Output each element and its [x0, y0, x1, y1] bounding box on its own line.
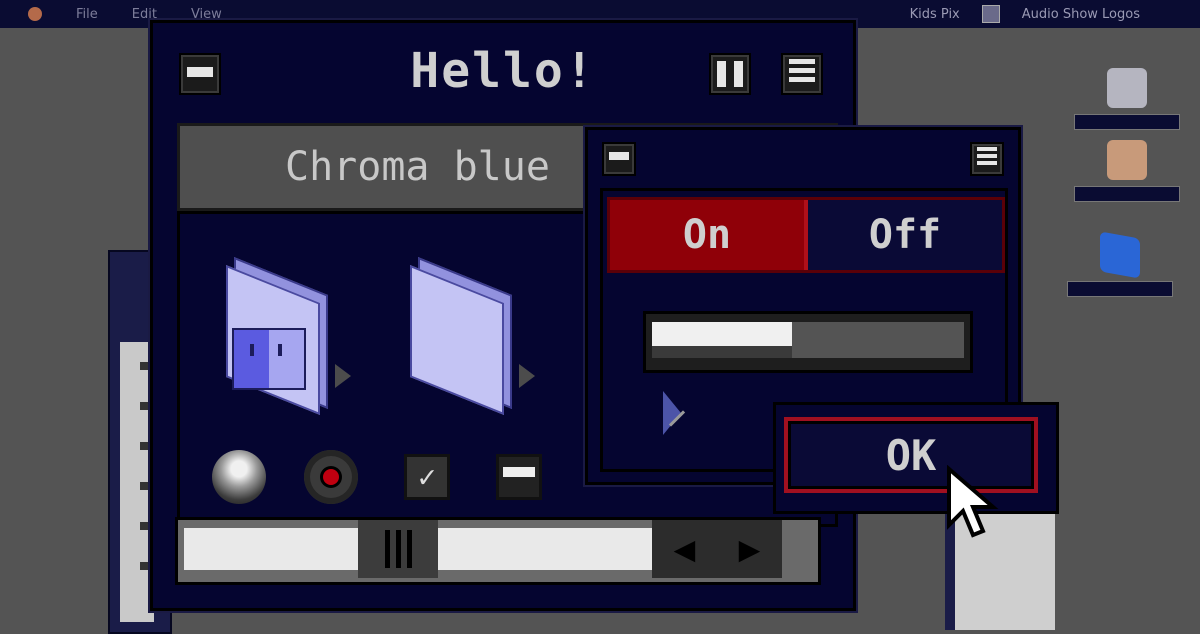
menu-kids-pix[interactable]: Kids Pix	[910, 7, 960, 22]
desktop-icon-3[interactable]	[1065, 231, 1175, 297]
finder-face-icon	[232, 328, 306, 390]
slider-fill	[652, 322, 792, 358]
desktop-icon-1[interactable]	[1072, 68, 1182, 130]
apple-menu-icon[interactable]	[28, 7, 42, 21]
finder-face-half	[269, 330, 304, 388]
menu-file[interactable]: File	[76, 7, 98, 22]
horizontal-scrollbar[interactable]: ◀ ▶	[175, 517, 821, 585]
windowshade-icon-line	[789, 68, 815, 73]
list-bullet-icon	[140, 562, 148, 570]
title-bar[interactable]: Hello!	[153, 23, 853, 123]
application-icon	[1107, 140, 1147, 180]
folder-icon[interactable]	[408, 257, 535, 415]
checkmark-icon: ✓	[417, 459, 437, 495]
finder-folder-icon[interactable]	[224, 257, 351, 415]
list-bullet-icon	[140, 482, 148, 490]
checkbox[interactable]: ✓	[404, 454, 450, 500]
toggle-on-button[interactable]: On	[610, 200, 808, 270]
finder-eye	[250, 344, 254, 356]
desktop-icon-2[interactable]	[1072, 140, 1182, 202]
list-bullet-icon	[140, 522, 148, 530]
header-text: Chroma blue	[285, 144, 550, 190]
close-icon	[609, 152, 629, 160]
folder-icon	[1100, 231, 1140, 279]
collapse-icon	[503, 467, 535, 477]
scroll-right-arrow-icon[interactable]: ▶	[739, 529, 761, 570]
popup-arrow-icon[interactable]	[335, 364, 351, 388]
popup-title-bar[interactable]	[588, 130, 1018, 186]
finder-eye	[278, 344, 282, 356]
red-radio-button[interactable]	[304, 450, 358, 504]
grip-line	[395, 530, 401, 568]
menu-application[interactable]: Audio Show Logos	[1022, 7, 1140, 22]
zoom-icon	[717, 61, 726, 87]
scroll-arrows: ◀ ▶	[652, 520, 782, 578]
collapse-button[interactable]	[496, 454, 542, 500]
desktop-icon-label	[1067, 281, 1173, 297]
popup-windowshade-button[interactable]	[970, 142, 1004, 176]
zoom-icon-right	[734, 61, 743, 87]
grip-line	[406, 530, 412, 568]
windowshade-icon-line	[977, 154, 997, 158]
progress-slider[interactable]	[643, 311, 973, 373]
radio-button[interactable]	[212, 450, 266, 504]
windowshade-icon	[977, 147, 997, 151]
toggle-off-button[interactable]: Off	[808, 200, 1002, 270]
list-bullet-icon	[140, 442, 148, 450]
windowshade-button[interactable]	[781, 53, 823, 95]
ok-button-frame: OK	[773, 402, 1059, 514]
disclosure-triangle-icon[interactable]	[663, 391, 681, 435]
mouse-pointer-icon	[947, 465, 999, 538]
grip-line	[384, 530, 390, 568]
windowshade-icon-line	[789, 77, 815, 82]
on-off-toggle: On Off	[607, 197, 1005, 273]
list-bullet-icon	[140, 362, 148, 370]
windowshade-icon-line	[977, 161, 997, 165]
background-list-column	[120, 342, 154, 622]
scroll-left-arrow-icon[interactable]: ◀	[674, 529, 696, 570]
desktop-icon-label	[1074, 114, 1180, 130]
disk-icon	[1107, 68, 1147, 108]
popup-close-button[interactable]	[602, 142, 636, 176]
desktop-icon-label	[1074, 186, 1180, 202]
windowshade-icon	[789, 59, 815, 64]
application-menu-icon[interactable]	[981, 5, 1000, 23]
list-bullet-icon	[140, 402, 148, 410]
scrollbar-thumb[interactable]	[358, 520, 438, 578]
popup-arrow-icon[interactable]	[519, 364, 535, 388]
zoom-button[interactable]	[709, 53, 751, 95]
slider-remaining	[792, 322, 964, 358]
radio-selected-dot	[323, 469, 339, 485]
